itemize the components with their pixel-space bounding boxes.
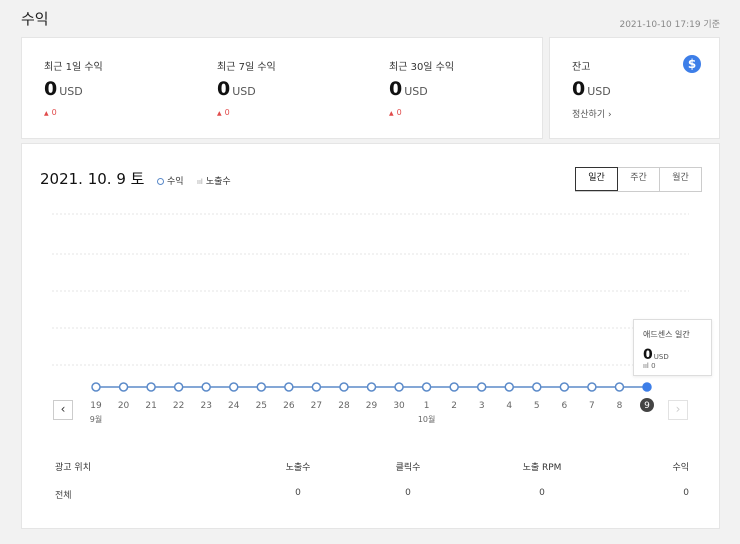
x-tick-label: 7	[589, 401, 595, 411]
metric-number: 0	[44, 78, 58, 100]
metric-unit: USD	[59, 85, 83, 98]
x-tick-label: 26	[283, 401, 295, 411]
data-point	[642, 382, 652, 392]
bar-chart-icon: ııl	[643, 362, 649, 370]
data-point	[504, 382, 514, 392]
x-tick-label: 3	[479, 401, 485, 411]
tooltip-impressions: ııl 0	[643, 362, 656, 370]
data-point	[559, 382, 570, 392]
data-point	[394, 382, 404, 392]
cell-impressions: 0	[295, 488, 301, 498]
x-tick-label: 25	[256, 401, 267, 411]
data-point	[146, 382, 156, 392]
metric-change: ▲ 0	[217, 108, 230, 117]
data-point	[476, 382, 487, 392]
data-point	[587, 382, 597, 392]
data-point	[118, 382, 129, 392]
x-tick-label: 6	[561, 401, 567, 411]
metric-value: 0 USD	[217, 78, 256, 100]
header-clicks: 클릭수	[395, 463, 421, 473]
balance-number: 0	[572, 78, 586, 100]
metric-change-value: 0	[396, 108, 402, 117]
x-tick-label: 27	[311, 401, 322, 411]
data-point	[532, 382, 542, 392]
next-button[interactable]: ›	[668, 400, 688, 420]
balance-unit: USD	[587, 85, 611, 98]
x-tick-label: 2	[451, 401, 457, 411]
metric-change-value: 0	[51, 108, 57, 117]
data-point	[284, 382, 294, 392]
header-revenue: 수익	[672, 463, 689, 473]
metric-label: 최근 1일 수익	[44, 62, 103, 73]
dollar-icon: $	[683, 55, 701, 73]
data-point	[449, 382, 459, 392]
tab-daily[interactable]: 일간	[575, 167, 618, 191]
data-point	[173, 382, 184, 392]
up-arrow-icon: ▲	[44, 110, 49, 117]
tooltip-value: 0USD	[643, 344, 669, 363]
header-rpm: 노출 RPM	[522, 463, 562, 473]
month-label: 10월	[418, 414, 436, 424]
chart-card: 2021. 10. 9 토 수익 ııl 노출수 일간 주간 월간 19 20 21 2…	[21, 143, 720, 529]
chevron-right-icon: ›	[608, 110, 612, 120]
metric-change: ▲ 0	[389, 108, 402, 117]
metric-label: 최근 30일 수익	[389, 62, 455, 73]
settle-link[interactable]: 정산하기 ›	[572, 107, 612, 120]
month-label: 9월	[90, 414, 102, 424]
data-point	[201, 382, 211, 392]
metric-unit: USD	[232, 85, 256, 98]
metric-number: 0	[217, 78, 231, 100]
x-tick-label: 4	[506, 401, 512, 411]
up-arrow-icon: ▲	[389, 110, 394, 117]
data-point	[339, 382, 349, 392]
balance-label: 잔고	[572, 62, 591, 73]
metric-number: 0	[389, 78, 403, 100]
metric-unit: USD	[404, 85, 428, 98]
cell-clicks: 0	[405, 488, 411, 498]
x-tick-label: 23	[200, 401, 211, 411]
x-tick-label: 5	[534, 401, 540, 411]
summary-card: 최근 1일 수익 0 USD ▲ 0 최근 7일 수익 0 USD ▲ 0 최근 30일…	[21, 37, 543, 139]
tooltip-impressions-value: 0	[651, 362, 656, 370]
tooltip-title: 애드센스 일간	[643, 330, 690, 339]
settle-link-label: 정산하기	[572, 110, 606, 120]
metric-label: 최근 7일 수익	[217, 62, 276, 73]
x-tick-label: 28	[338, 401, 350, 411]
data-point	[256, 382, 267, 392]
x-tick-label: 8	[617, 401, 623, 411]
data-point	[421, 382, 432, 392]
metric-value: 0 USD	[389, 78, 428, 100]
metric-change: ▲ 0	[44, 108, 57, 117]
x-tick-label: 30	[393, 401, 405, 411]
header-impressions: 노출수	[285, 463, 311, 473]
cell-rpm: 0	[539, 488, 545, 498]
timestamp: 2021-10-10 17:19 기준	[619, 20, 720, 30]
x-tick-label: 1	[424, 401, 430, 411]
up-arrow-icon: ▲	[217, 110, 222, 117]
page-title: 수익	[21, 10, 49, 28]
prev-button[interactable]: ‹	[53, 400, 73, 420]
cell-revenue: 0	[683, 488, 689, 498]
tooltip-unit: USD	[653, 353, 669, 361]
metric-value: 0 USD	[44, 78, 83, 100]
balance-value: 0 USD	[572, 78, 611, 100]
x-tick-label: 21	[145, 401, 156, 411]
x-tick-label: 29	[366, 401, 378, 411]
x-tick-label: 22	[173, 401, 184, 411]
header-ad-position: 광고 위치	[55, 463, 91, 473]
data-point	[229, 382, 239, 392]
data-point	[91, 382, 101, 392]
x-tick-label: 9	[644, 401, 650, 411]
metric-change-value: 0	[224, 108, 230, 117]
x-tick-label: 19	[90, 401, 102, 411]
tooltip-number: 0	[643, 347, 653, 363]
cell-ad-position: 전체	[55, 491, 72, 501]
data-point	[366, 382, 377, 392]
x-tick-label: 24	[228, 401, 240, 411]
x-tick-label: 20	[118, 401, 130, 411]
data-point	[311, 382, 322, 392]
data-point	[614, 382, 625, 392]
balance-card: 잔고 $ 0 USD 정산하기 ›	[549, 37, 720, 139]
chart-tooltip: 애드센스 일간 0USD ııl 0	[633, 319, 712, 376]
